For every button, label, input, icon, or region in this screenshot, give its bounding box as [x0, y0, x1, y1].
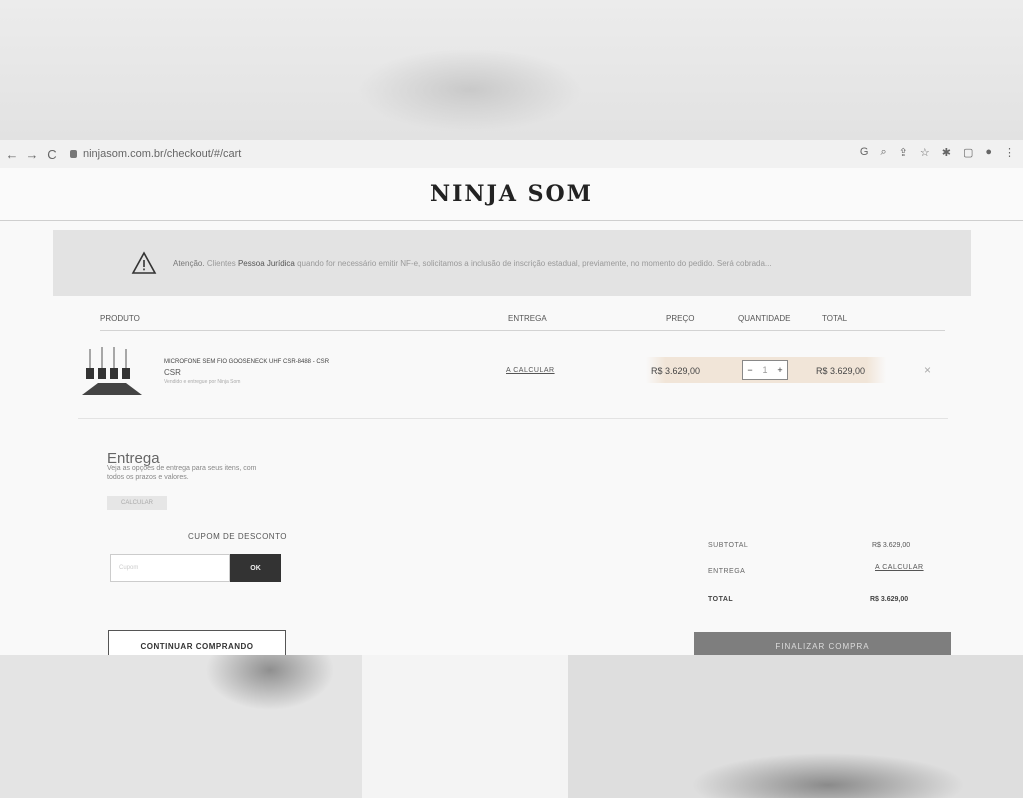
total-value: R$ 3.629,00 — [870, 596, 909, 603]
url-text: ninjasom.com.br/checkout/#/cart — [83, 148, 242, 160]
blurred-background-bottom-right — [568, 655, 1023, 798]
product-name[interactable]: MICROFONE SEM FIO GOOSENECK UHF CSR-8488… — [164, 359, 329, 365]
notice-banner: Atenção. Clientes Pessoa Jurídica quando… — [53, 230, 971, 296]
cart-page: NINJA SOM Atenção. Clientes Pessoa Juríd… — [0, 168, 1023, 662]
qty-value[interactable]: 1 — [758, 365, 772, 375]
blurred-background-bottom-left — [0, 655, 362, 798]
qty-increase-button[interactable]: + — [773, 365, 787, 375]
item-price: R$ 3.629,00 — [651, 366, 701, 376]
zoom-icon[interactable]: ⌕ — [880, 146, 886, 159]
cart-item-row: MICROFONE SEM FIO GOOSENECK UHF CSR-8488… — [78, 343, 948, 403]
menu-icon[interactable]: ⋮ — [1004, 146, 1015, 159]
remove-item-icon[interactable]: × — [924, 363, 931, 377]
coupon-label: CUPOM DE DESCONTO — [188, 532, 288, 541]
delivery-label: ENTREGA — [708, 568, 746, 575]
notice-text: Atenção. Clientes Pessoa Jurídica quando… — [173, 258, 772, 268]
lock-icon — [70, 150, 77, 158]
back-icon[interactable]: ← — [4, 147, 20, 162]
subtotal-value: R$ 3.629,00 — [872, 542, 911, 549]
qty-decrease-button[interactable]: − — [743, 365, 757, 375]
google-lens-icon[interactable]: G — [860, 146, 869, 159]
profile-icon[interactable]: ● — [985, 146, 992, 159]
total-label: TOTAL — [708, 596, 734, 603]
col-total: TOTAL — [822, 314, 848, 323]
address-bar[interactable]: ninjasom.com.br/checkout/#/cart — [70, 148, 241, 160]
reload-icon[interactable]: C — [44, 147, 60, 162]
browser-toolbar: ← → C ninjasom.com.br/checkout/#/cart G … — [0, 140, 1023, 168]
toolbar-icons: G ⌕ ⇪ ☆ ✱ ▢ ● ⋮ — [860, 146, 1015, 159]
item-total: R$ 3.629,00 — [816, 366, 866, 376]
sidepanel-icon[interactable]: ▢ — [963, 146, 973, 159]
cart-table-header: PRODUTO ENTREGA PREÇO QUANTIDADE TOTAL — [100, 314, 945, 331]
col-price: PREÇO — [666, 314, 695, 323]
forward-icon[interactable]: → — [24, 147, 40, 162]
shipping-description: Veja as opções de entrega para seus iten… — [107, 465, 257, 481]
bookmark-star-icon[interactable]: ☆ — [920, 146, 930, 159]
col-quantity: QUANTIDADE — [738, 314, 791, 323]
warning-icon — [131, 250, 157, 276]
col-product: PRODUTO — [100, 314, 140, 323]
col-delivery: ENTREGA — [508, 314, 547, 323]
extensions-icon[interactable]: ✱ — [942, 146, 951, 159]
product-brand: CSR — [164, 368, 181, 377]
product-seller: Vendido e entregue por Ninja Som — [164, 379, 241, 385]
divider — [78, 418, 948, 419]
apply-coupon-button[interactable]: OK — [230, 554, 281, 582]
product-image[interactable] — [78, 343, 146, 398]
site-header: NINJA SOM — [0, 168, 1023, 221]
calculate-delivery-link[interactable]: A CALCULAR — [506, 367, 555, 374]
quantity-stepper: − 1 + — [742, 360, 788, 380]
share-icon[interactable]: ⇪ — [899, 146, 908, 159]
summary-delivery-link[interactable]: A CALCULAR — [875, 564, 924, 571]
calculate-shipping-button[interactable]: CALCULAR — [107, 496, 167, 510]
site-logo[interactable]: NINJA SOM — [430, 181, 593, 207]
coupon-input[interactable]: Cupom — [110, 554, 230, 582]
subtotal-label: SUBTOTAL — [708, 542, 749, 549]
blurred-background-top — [0, 0, 1023, 140]
blurred-background-bottom-mid — [362, 655, 568, 798]
